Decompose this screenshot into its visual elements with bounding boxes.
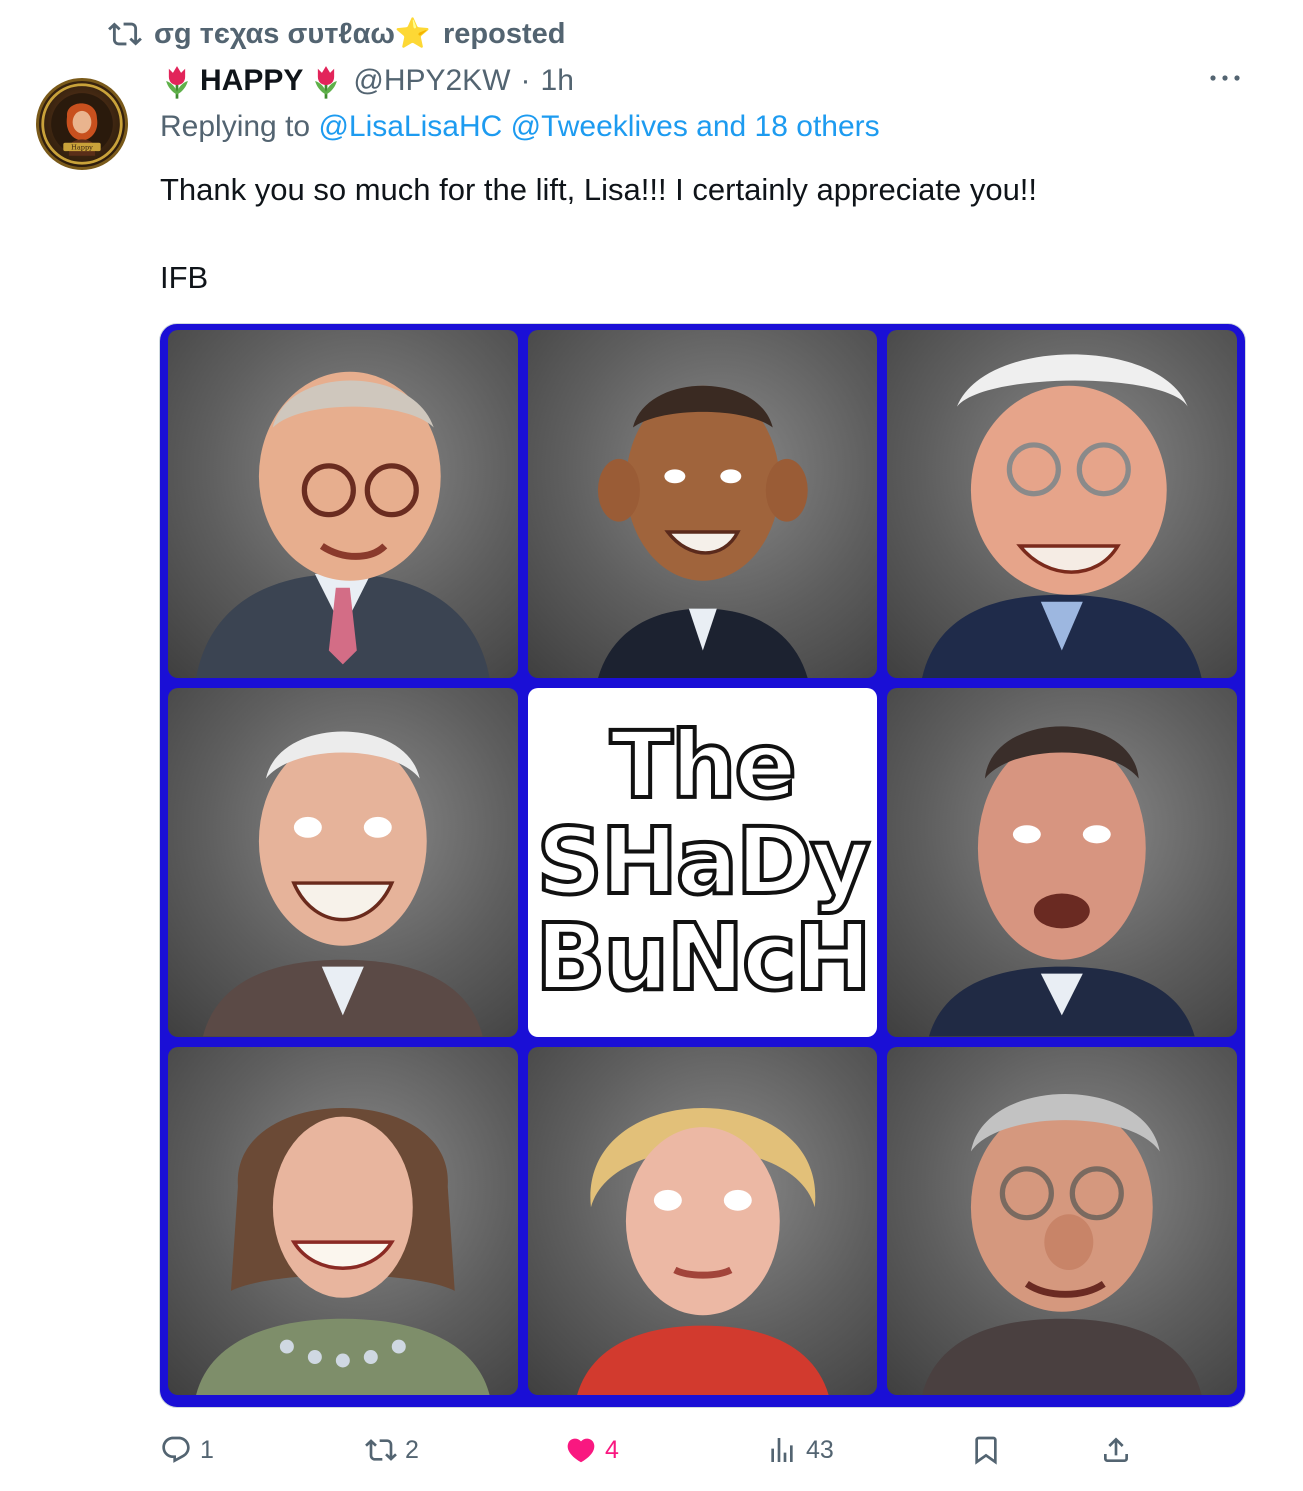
tweet-actions: 1 2 4 43 xyxy=(160,1428,1140,1472)
caricature-portrait xyxy=(887,1046,1237,1395)
timestamp[interactable]: 1h xyxy=(541,64,574,98)
tweet-header: HAPPY @HPY2KW · 1h xyxy=(160,60,574,102)
bookmark-icon xyxy=(975,1436,997,1465)
repost-button[interactable]: 2 xyxy=(365,1434,419,1466)
mention-link[interactable]: @LisaLisaHC xyxy=(318,110,502,143)
tweet-text: Thank you so much for the lift, Lisa!!! … xyxy=(160,172,1038,295)
reply-count: 1 xyxy=(200,1435,214,1464)
more-options-icon[interactable] xyxy=(1207,66,1243,90)
user-handle[interactable]: @HPY2KW xyxy=(353,64,510,98)
display-name-text: HAPPY xyxy=(200,64,304,97)
bookmark-button[interactable] xyxy=(970,1434,1002,1466)
tulip-icon xyxy=(166,66,188,99)
repost-icon xyxy=(365,1439,397,1461)
others-link[interactable]: and 18 others xyxy=(696,110,879,143)
mention-link[interactable]: @Tweeklives xyxy=(511,110,688,143)
caricature-portrait xyxy=(168,688,518,1037)
reposted-label: reposted xyxy=(443,17,566,50)
title-word: SHaDy xyxy=(535,808,873,916)
title-word: The xyxy=(608,712,799,820)
repost-count: 2 xyxy=(405,1435,419,1464)
share-icon xyxy=(1104,1437,1128,1462)
views-button[interactable]: 43 xyxy=(766,1434,834,1466)
reposter-name[interactable]: σg тєχαѕ συтℓαω⭐ xyxy=(154,17,431,51)
view-count: 43 xyxy=(806,1435,834,1464)
caricature-portrait xyxy=(887,688,1237,1037)
tulip-icon xyxy=(315,66,338,99)
title-word: BuNcH xyxy=(533,904,873,1012)
avatar-image: Happy xyxy=(41,83,123,165)
separator-dot: · xyxy=(520,64,531,97)
avatar[interactable]: Happy xyxy=(36,78,128,170)
tweet-media[interactable]: The SHaDy BuNcH xyxy=(159,323,1246,1408)
views-icon xyxy=(771,1438,793,1462)
media-grid: The SHaDy BuNcH xyxy=(168,330,1237,1395)
heart-icon xyxy=(567,1438,595,1463)
caricature-portrait xyxy=(168,1046,518,1395)
share-button[interactable] xyxy=(1100,1434,1132,1466)
repost-indicator[interactable]: σg тєχαѕ συтℓαω⭐ reposted xyxy=(108,14,566,54)
repost-icon xyxy=(108,22,142,46)
reply-icon xyxy=(162,1436,190,1463)
display-name[interactable]: HAPPY xyxy=(160,62,343,100)
like-count: 4 xyxy=(605,1435,619,1464)
replying-to-label: Replying to xyxy=(160,110,311,143)
caricature-portrait xyxy=(887,330,1237,679)
caricature-portrait xyxy=(168,330,518,679)
like-button[interactable]: 4 xyxy=(565,1434,619,1466)
caricature-portrait xyxy=(527,1046,878,1395)
title-card: The SHaDy BuNcH xyxy=(527,688,878,1037)
caricature-portrait xyxy=(527,330,878,679)
reply-button[interactable]: 1 xyxy=(160,1434,214,1466)
replying-to: Replying to @LisaLisaHC @Tweeklives and … xyxy=(160,110,880,144)
avatar-caption: Happy xyxy=(71,144,93,152)
